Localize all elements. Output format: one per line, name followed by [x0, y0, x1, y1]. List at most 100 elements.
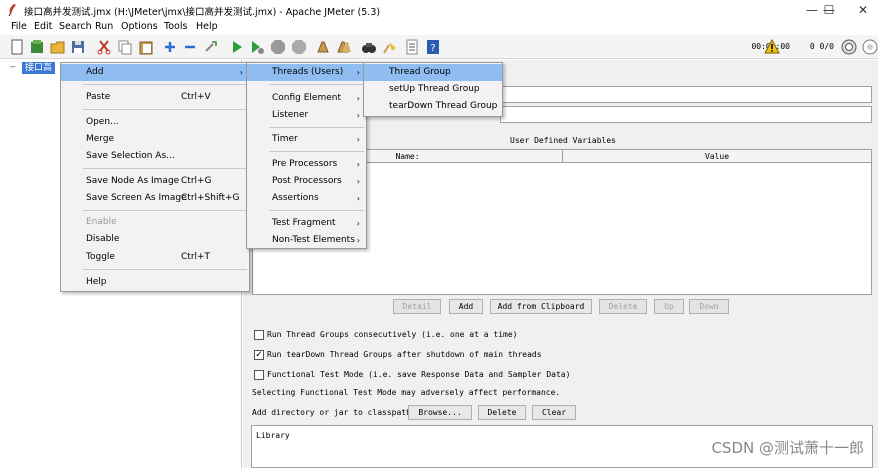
submenu-assertions[interactable]: Assertions ›: [247, 190, 366, 207]
submenu-arrow-icon: ›: [356, 94, 360, 103]
menu-add[interactable]: Add ›: [61, 64, 249, 81]
expand-all-icon[interactable]: [162, 39, 178, 55]
submenu-arrow-icon: ›: [356, 219, 360, 228]
new-icon[interactable]: [9, 39, 25, 55]
remote-status-icon: [841, 39, 857, 55]
detail-button[interactable]: Detail: [393, 299, 441, 314]
submenu-arrow-icon: ›: [356, 135, 360, 144]
menu-open[interactable]: Open...: [61, 114, 249, 131]
menu-run[interactable]: Run: [95, 21, 113, 32]
menu-paste[interactable]: Paste Ctrl+V: [61, 89, 249, 106]
warning-icon[interactable]: [764, 39, 780, 55]
start-no-pauses-icon[interactable]: [249, 39, 265, 55]
udv-title: User Defined Variables: [510, 136, 616, 145]
submenu-non-test-elements[interactable]: Non-Test Elements ›: [247, 232, 366, 249]
up-button[interactable]: Up: [654, 299, 684, 314]
menu-setup-thread-group[interactable]: setUp Thread Group: [364, 81, 502, 98]
submenu-arrow-icon: ›: [356, 68, 360, 77]
submenu-threads-users[interactable]: Threads (Users) ›: [247, 64, 366, 81]
start-icon[interactable]: [229, 39, 245, 55]
collapse-all-icon[interactable]: [182, 39, 198, 55]
menu-help[interactable]: Help: [196, 21, 218, 32]
jmeter-feather-icon: [7, 3, 17, 17]
window-title: 接口高并发测试.jmx (H:\JMeter\jmx\接口高并发测试.jmx) …: [24, 7, 381, 18]
templates-icon[interactable]: [29, 39, 45, 55]
menu-merge[interactable]: Merge: [61, 131, 249, 148]
save-icon[interactable]: [70, 39, 86, 55]
menu-file[interactable]: File: [11, 21, 27, 32]
function-helper-icon[interactable]: [404, 39, 420, 55]
run-consecutively-checkbox[interactable]: [254, 330, 264, 340]
menu-bar: File Edit Search Run Options Tools Help: [0, 20, 878, 35]
submenu-arrow-icon: ›: [356, 160, 360, 169]
clear-icon[interactable]: [315, 39, 331, 55]
tree-node-label: 接口高: [25, 63, 53, 73]
close-button[interactable]: ✕: [846, 0, 878, 20]
run-consecutively-label: Run Thread Groups consecutively (i.e. on…: [267, 330, 518, 339]
menu-search[interactable]: Search: [59, 21, 92, 32]
menu-thread-group[interactable]: Thread Group: [364, 64, 502, 81]
submenu-listener[interactable]: Listener ›: [247, 107, 366, 124]
functional-mode-note: Selecting Functional Test Mode may adver…: [252, 388, 561, 397]
add-submenu: Threads (Users) › Config Element › Listene…: [246, 62, 367, 249]
functional-mode-checkbox[interactable]: [254, 370, 264, 380]
submenu-post-processors[interactable]: Post Processors ›: [247, 173, 366, 190]
paste-icon[interactable]: [138, 39, 154, 55]
tree-expand-handle[interactable]: ‒: [10, 62, 16, 72]
library-header: Library: [256, 431, 290, 440]
menu-save-node-as-image[interactable]: Save Node As Image Ctrl+G: [61, 173, 249, 190]
delete-classpath-button[interactable]: Delete: [478, 405, 526, 420]
menu-edit[interactable]: Edit: [34, 21, 52, 32]
udv-col-value[interactable]: Value: [563, 150, 871, 163]
clear-all-icon[interactable]: [336, 39, 352, 55]
menu-tools[interactable]: Tools: [164, 21, 187, 32]
delete-variable-button[interactable]: Delete: [599, 299, 647, 314]
log-viewer-icon[interactable]: [862, 39, 878, 55]
submenu-config-element[interactable]: Config Element ›: [247, 90, 366, 107]
functional-mode-label: Functional Test Mode (i.e. save Response…: [267, 370, 571, 379]
cut-icon[interactable]: [96, 39, 112, 55]
submenu-pre-processors[interactable]: Pre Processors ›: [247, 156, 366, 173]
comments-field[interactable]: [500, 106, 872, 123]
menu-options[interactable]: Options: [121, 21, 158, 32]
tree-node-test-plan[interactable]: 接口高: [22, 62, 56, 74]
menu-teardown-thread-group[interactable]: tearDown Thread Group: [364, 98, 502, 115]
submenu-test-fragment[interactable]: Test Fragment ›: [247, 215, 366, 232]
browse-button[interactable]: Browse...: [408, 405, 472, 420]
context-menu: Add › Paste Ctrl+V Open... Merge Save Sele…: [60, 62, 250, 292]
menu-enable[interactable]: Enable: [61, 214, 249, 231]
run-teardown-checkbox[interactable]: ✓: [254, 350, 264, 360]
add-button[interactable]: Add: [449, 299, 483, 314]
submenu-arrow-icon: ›: [356, 236, 360, 245]
submenu-arrow-icon: ›: [239, 68, 243, 77]
name-field[interactable]: [500, 86, 872, 103]
title-bar: 接口高并发测试.jmx (H:\JMeter\jmx\接口高并发测试.jmx) …: [0, 0, 878, 20]
clear-classpath-button[interactable]: Clear: [532, 405, 576, 420]
thread-count: 0 0/0: [809, 42, 834, 51]
submenu-arrow-icon: ›: [356, 177, 360, 186]
add-from-clipboard-button[interactable]: Add from Clipboard: [490, 299, 592, 314]
menu-save-selection-as[interactable]: Save Selection As...: [61, 148, 249, 165]
shutdown-icon[interactable]: [291, 39, 307, 55]
down-button[interactable]: Down: [689, 299, 729, 314]
submenu-timer[interactable]: Timer ›: [247, 131, 366, 148]
toolbar: ? 00:00:00 0 0/0: [0, 35, 878, 59]
toggle-icon[interactable]: [203, 39, 219, 55]
stop-icon[interactable]: [270, 39, 286, 55]
submenu-arrow-icon: ›: [356, 194, 360, 203]
watermark: CSDN @测试萧十一郎: [711, 439, 864, 457]
svg-text:?: ?: [430, 43, 435, 54]
run-teardown-label: Run tearDown Thread Groups after shutdow…: [267, 350, 542, 359]
copy-icon[interactable]: [117, 39, 133, 55]
help-icon[interactable]: ?: [425, 39, 441, 55]
search-icon[interactable]: [361, 39, 377, 55]
classpath-label: Add directory or jar to classpath: [252, 408, 411, 417]
maximize-button[interactable]: ☐: [812, 0, 846, 20]
menu-help[interactable]: Help: [61, 274, 249, 291]
reset-search-icon[interactable]: [382, 39, 398, 55]
menu-disable[interactable]: Disable: [61, 231, 249, 248]
open-icon[interactable]: [50, 39, 66, 55]
menu-save-screen-as-image[interactable]: Save Screen As Image Ctrl+Shift+G: [61, 190, 249, 207]
submenu-arrow-icon: ›: [356, 111, 360, 120]
menu-toggle[interactable]: Toggle Ctrl+T: [61, 249, 249, 266]
